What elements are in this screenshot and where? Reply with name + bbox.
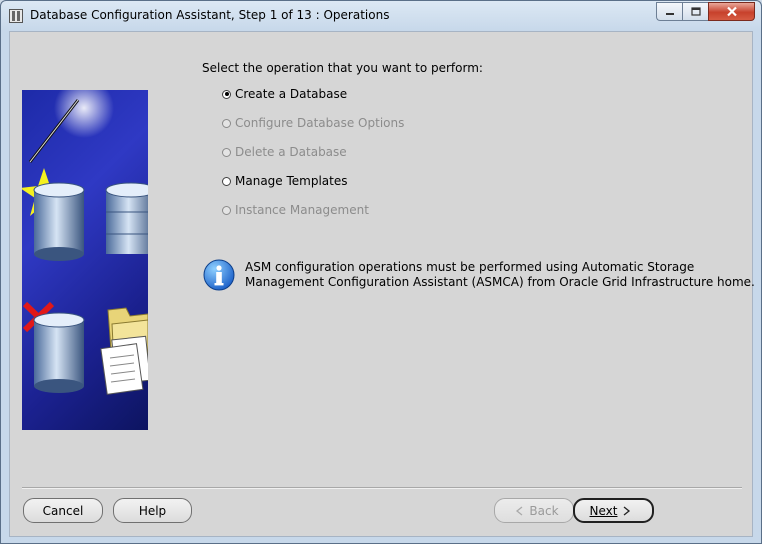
minimize-icon [665, 12, 674, 15]
dbca-window: Database Configuration Assistant, Step 1… [0, 0, 762, 544]
help-button[interactable]: Help [113, 498, 192, 523]
maximize-button[interactable] [682, 2, 708, 21]
close-icon [726, 6, 737, 17]
radio-label: Delete a Database [235, 145, 347, 159]
next-label: Next [589, 503, 618, 518]
minimize-button[interactable] [656, 2, 682, 21]
back-label: Back [529, 503, 559, 518]
button-separator [22, 487, 742, 489]
info-line-2: Management Configuration Assistant (ASMC… [245, 275, 755, 289]
info-icon [203, 259, 235, 291]
radio-button [222, 118, 231, 128]
radio-instance-management: Instance Management [222, 202, 369, 218]
radio-configure-database-options: Configure Database Options [222, 115, 404, 131]
cancel-button[interactable]: Cancel [23, 498, 103, 523]
radio-delete-database: Delete a Database [222, 144, 347, 160]
chevron-right-icon [624, 505, 631, 516]
title-bar[interactable]: Database Configuration Assistant, Step 1… [1, 1, 761, 31]
radio-create-database[interactable]: Create a Database [222, 86, 347, 102]
database-illustration-icon [22, 90, 148, 395]
wizard-illustration [22, 90, 148, 430]
window-controls [656, 2, 755, 21]
chevron-left-icon [516, 505, 523, 516]
operation-prompt: Select the operation that you want to pe… [202, 61, 483, 75]
radio-button[interactable] [222, 89, 231, 99]
back-button: Back [494, 498, 574, 523]
radio-button [222, 205, 231, 215]
radio-label: Instance Management [235, 203, 369, 217]
next-button[interactable]: Next [573, 498, 654, 523]
close-button[interactable] [708, 2, 755, 21]
radio-label: Configure Database Options [235, 116, 405, 130]
window-title: Database Configuration Assistant, Step 1… [30, 8, 390, 22]
radio-button[interactable] [222, 176, 231, 186]
radio-manage-templates[interactable]: Manage Templates [222, 173, 348, 189]
dialog-body: Select the operation that you want to pe… [9, 31, 755, 537]
info-line-1: ASM configuration operations must be per… [245, 260, 695, 274]
app-icon [9, 9, 23, 23]
radio-button [222, 147, 231, 157]
asm-info-message: ASM configuration operations must be per… [245, 260, 755, 290]
maximize-icon [690, 7, 701, 16]
radio-label: Create a Database [235, 87, 348, 101]
radio-label: Manage Templates [235, 174, 348, 188]
